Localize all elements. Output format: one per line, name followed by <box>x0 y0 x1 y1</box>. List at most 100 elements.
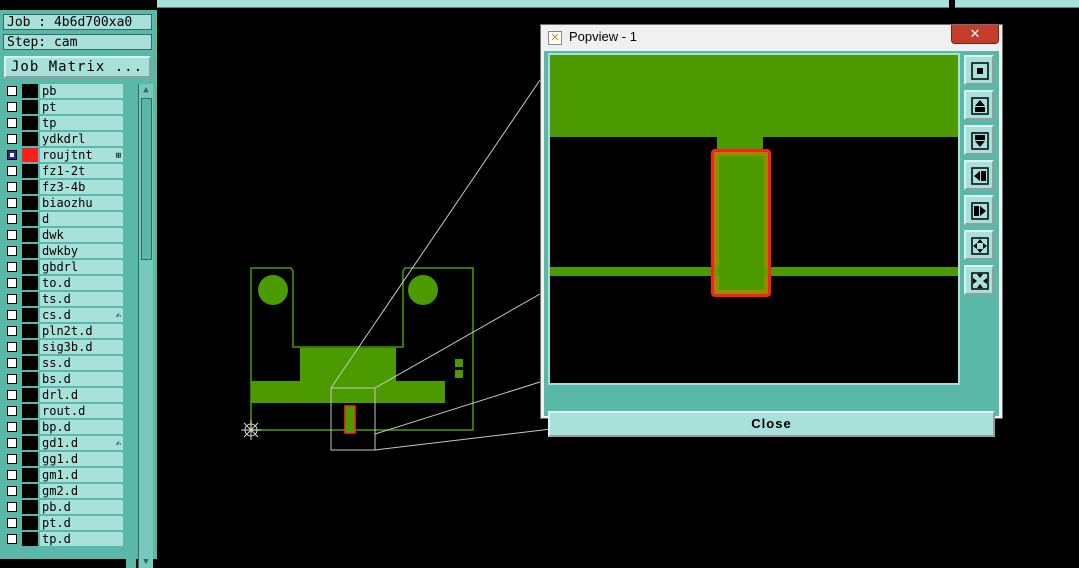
layer-checkbox[interactable] <box>7 422 17 432</box>
layer-name[interactable]: roujtnt ⊞ <box>40 148 123 162</box>
layer-row[interactable]: dwk <box>4 227 123 243</box>
layer-name[interactable]: ydkdrl <box>40 132 123 146</box>
layer-row[interactable]: gg1.d <box>4 451 123 467</box>
layer-list-scrollbar[interactable]: ▲ ▼ <box>138 84 153 568</box>
layer-checkbox[interactable] <box>7 486 17 496</box>
layer-name[interactable]: gg1.d <box>40 452 123 466</box>
zoom-out-button[interactable] <box>964 265 994 295</box>
layer-row[interactable]: roujtnt ⊞ <box>4 147 123 163</box>
layer-row[interactable]: tp.d <box>4 531 123 547</box>
layer-row[interactable]: fz1-2t <box>4 163 123 179</box>
zoom-fit-button[interactable] <box>964 55 994 85</box>
layer-color-swatch[interactable] <box>22 260 38 274</box>
pan-left-button[interactable] <box>964 160 994 190</box>
layer-row[interactable]: fz3-4b <box>4 179 123 195</box>
layer-row[interactable]: sig3b.d <box>4 339 123 355</box>
layer-checkbox[interactable] <box>7 166 17 176</box>
layer-name[interactable]: gm1.d <box>40 468 123 482</box>
layer-name[interactable]: gd1.d ✍ <box>40 436 123 450</box>
layer-row[interactable]: drl.d <box>4 387 123 403</box>
pan-down-button[interactable] <box>964 125 994 155</box>
layer-name[interactable]: rout.d <box>40 404 123 418</box>
layer-row[interactable]: pln2t.d <box>4 323 123 339</box>
layer-row[interactable]: pb.d <box>4 499 123 515</box>
pan-up-button[interactable] <box>964 90 994 120</box>
layer-color-swatch[interactable] <box>22 436 38 450</box>
layer-name[interactable]: biaozhu <box>40 196 123 210</box>
layer-row[interactable]: biaozhu <box>4 195 123 211</box>
layer-color-swatch[interactable] <box>22 532 38 546</box>
layer-color-swatch[interactable] <box>22 164 38 178</box>
layer-color-swatch[interactable] <box>22 340 38 354</box>
layer-name[interactable]: tp <box>40 116 123 130</box>
layer-color-swatch[interactable] <box>22 356 38 370</box>
layer-checkbox[interactable] <box>7 182 17 192</box>
layer-row[interactable]: tp <box>4 115 123 131</box>
layer-row[interactable]: gbdrl <box>4 259 123 275</box>
layer-name[interactable]: bp.d <box>40 420 123 434</box>
layer-name[interactable]: tp.d <box>40 532 123 546</box>
layer-color-swatch[interactable] <box>22 148 38 162</box>
layer-row[interactable]: bs.d <box>4 371 123 387</box>
layer-color-swatch[interactable] <box>22 452 38 466</box>
layer-name[interactable]: pb.d <box>40 500 123 514</box>
layer-checkbox[interactable] <box>7 102 17 112</box>
layer-checkbox[interactable] <box>7 502 17 512</box>
layer-row[interactable]: gm2.d <box>4 483 123 499</box>
layer-checkbox[interactable] <box>7 150 17 160</box>
layer-row[interactable]: pb <box>4 84 123 99</box>
layer-name[interactable]: cs.d ✍ <box>40 308 123 322</box>
layer-color-swatch[interactable] <box>22 500 38 514</box>
layer-color-swatch[interactable] <box>22 100 38 114</box>
scroll-down-icon[interactable]: ▼ <box>140 556 152 568</box>
layer-name[interactable]: ss.d <box>40 356 123 370</box>
layer-color-swatch[interactable] <box>22 196 38 210</box>
layer-name[interactable]: d <box>40 212 123 226</box>
layer-checkbox[interactable] <box>7 406 17 416</box>
layer-name[interactable]: fz1-2t <box>40 164 123 178</box>
layer-checkbox[interactable] <box>7 342 17 352</box>
layer-name[interactable]: fz3-4b <box>40 180 123 194</box>
layer-color-swatch[interactable] <box>22 84 38 98</box>
layer-checkbox[interactable] <box>7 262 17 272</box>
layer-row[interactable]: to.d <box>4 275 123 291</box>
scroll-thumb[interactable] <box>141 98 152 260</box>
layer-color-swatch[interactable] <box>22 388 38 402</box>
layer-checkbox[interactable] <box>7 470 17 480</box>
layer-checkbox[interactable] <box>7 374 17 384</box>
layer-row[interactable]: ydkdrl <box>4 131 123 147</box>
layer-row[interactable]: cs.d ✍ <box>4 307 123 323</box>
layer-row[interactable]: d <box>4 211 123 227</box>
layer-color-swatch[interactable] <box>22 244 38 258</box>
layer-row[interactable]: ts.d <box>4 291 123 307</box>
layer-name[interactable]: dwkby <box>40 244 123 258</box>
layer-name[interactable]: to.d <box>40 276 123 290</box>
layer-color-swatch[interactable] <box>22 372 38 386</box>
layer-checkbox[interactable] <box>7 310 17 320</box>
layer-checkbox[interactable] <box>7 214 17 224</box>
layer-checkbox[interactable] <box>7 534 17 544</box>
layer-row[interactable]: bp.d <box>4 419 123 435</box>
layer-color-swatch[interactable] <box>22 468 38 482</box>
scroll-up-icon[interactable]: ▲ <box>140 84 152 96</box>
layer-name[interactable]: ts.d <box>40 292 123 306</box>
layer-name[interactable]: pt.d <box>40 516 123 530</box>
layer-color-swatch[interactable] <box>22 308 38 322</box>
layer-name[interactable]: bs.d <box>40 372 123 386</box>
layer-color-swatch[interactable] <box>22 212 38 226</box>
layer-color-swatch[interactable] <box>22 292 38 306</box>
layer-checkbox[interactable] <box>7 390 17 400</box>
layer-checkbox[interactable] <box>7 134 17 144</box>
layer-checkbox[interactable] <box>7 454 17 464</box>
layer-checkbox[interactable] <box>7 294 17 304</box>
layer-checkbox[interactable] <box>7 358 17 368</box>
layer-row[interactable]: pt.d <box>4 515 123 531</box>
layer-checkbox[interactable] <box>7 326 17 336</box>
layer-checkbox[interactable] <box>7 246 17 256</box>
layer-checkbox[interactable] <box>7 230 17 240</box>
layer-color-swatch[interactable] <box>22 484 38 498</box>
popview-viewport[interactable] <box>548 53 960 385</box>
layer-name[interactable]: sig3b.d <box>40 340 123 354</box>
layer-row[interactable]: gd1.d ✍ <box>4 435 123 451</box>
layer-checkbox[interactable] <box>7 198 17 208</box>
